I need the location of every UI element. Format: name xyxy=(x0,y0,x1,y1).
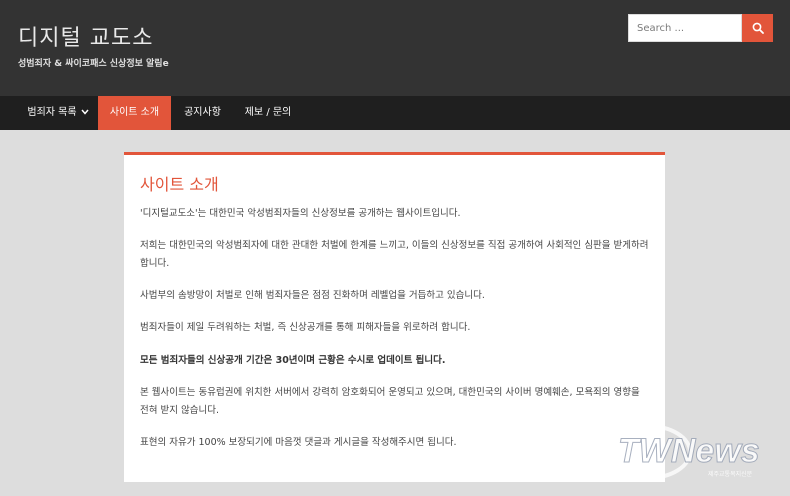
site-description: 성범죄자 & 싸이코패스 신상정보 알림e xyxy=(18,59,169,69)
nav-item-label: 제보 / 문의 xyxy=(244,107,292,118)
chevron-down-icon xyxy=(81,109,89,115)
svg-text:TWNews: TWNews xyxy=(618,432,760,470)
search-icon xyxy=(752,22,764,34)
paragraph: '디지털교도소'는 대한민국 악성범죄자들의 신상정보를 공개하는 웹사이트입니… xyxy=(140,208,461,219)
site-header: 디지털 교도소 성범죄자 & 싸이코패스 신상정보 알림e xyxy=(0,0,790,96)
nav-item-label: 사이트 소개 xyxy=(109,107,160,118)
search-button[interactable] xyxy=(742,14,773,42)
nav-item-notice[interactable]: 공지사항 xyxy=(171,96,234,130)
search-form xyxy=(628,14,773,42)
twnews-watermark-logo: TWNews 제주교통복지신문 xyxy=(604,424,760,480)
nav-item-label: 범죄자 목록 xyxy=(27,107,77,118)
paragraph: 범죄자들이 제일 두려워하는 처벌, 즉 신상공개를 통해 피해자들을 위로하려… xyxy=(140,322,471,333)
nav-item-about[interactable]: 사이트 소개 xyxy=(98,96,171,130)
nav-item-report[interactable]: 제보 / 문의 xyxy=(234,96,302,130)
site-title[interactable]: 디지털 교도소 xyxy=(18,20,153,52)
paragraph: 사법부의 솜방망이 처벌로 인해 범죄자들은 점점 진화하며 레벨업을 거듭하고… xyxy=(140,290,485,301)
paragraph-emphasis: 모든 범죄자들의 신상공개 기간은 30년이며 근황은 수시로 업데이트 됩니다… xyxy=(140,355,446,366)
content-card: 사이트 소개 '디지털교도소'는 대한민국 악성범죄자들의 신상정보를 공개하는… xyxy=(124,152,665,482)
search-input[interactable] xyxy=(628,14,742,42)
nav-item-label: 공지사항 xyxy=(184,107,221,118)
page-title: 사이트 소개 xyxy=(140,175,219,194)
main-nav: 범죄자 목록 사이트 소개 공지사항 제보 / 문의 xyxy=(0,96,790,130)
svg-text:제주교통복지신문: 제주교통복지신문 xyxy=(708,470,753,478)
paragraph: 저희는 대한민국의 악성범죄자에 대한 관대한 처벌에 한계를 느끼고, 이들의… xyxy=(140,240,649,269)
paragraph: 표현의 자유가 100% 보장되기에 마음껏 댓글과 게시글을 작성해주시면 됩… xyxy=(140,437,457,448)
paragraph: 본 웹사이트는 동유럽권에 위치한 서버에서 강력히 암호화되어 운영되고 있으… xyxy=(140,387,640,416)
nav-item-criminal-list[interactable]: 범죄자 목록 xyxy=(18,96,98,130)
